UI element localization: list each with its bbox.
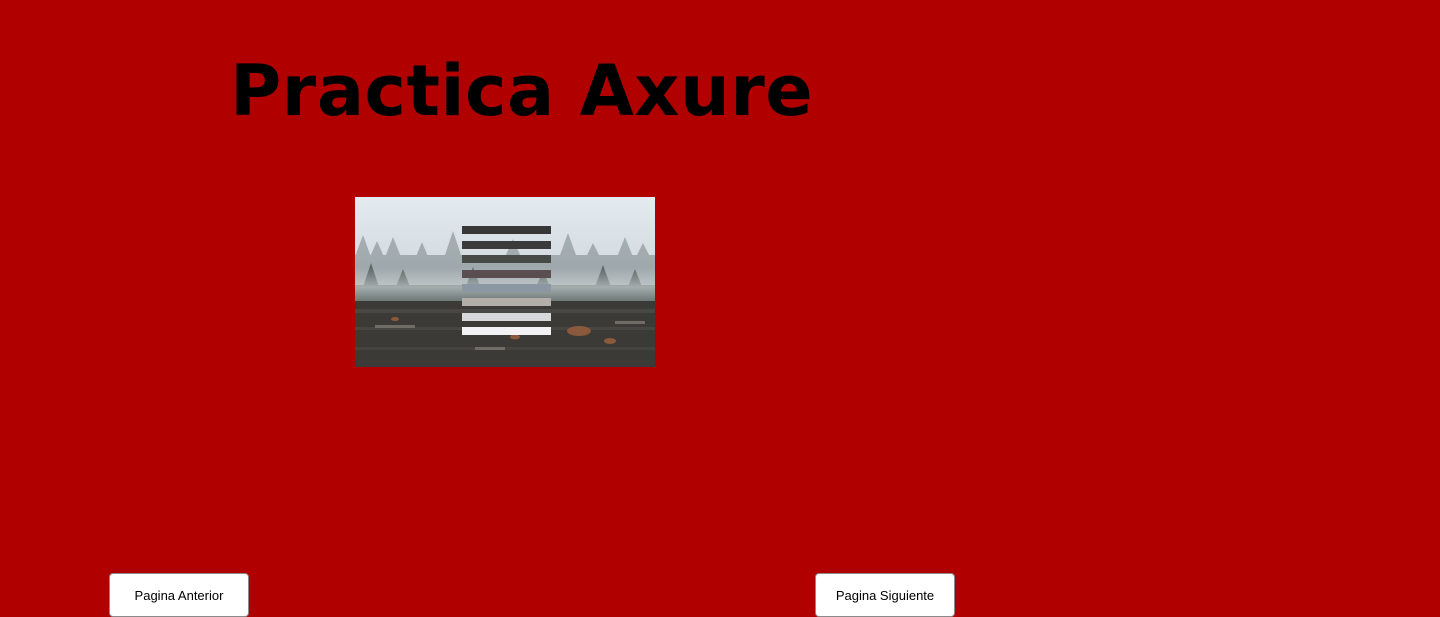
next-page-button[interactable]: Pagina Siguiente [815,573,955,617]
forest-image [355,197,655,367]
previous-page-button[interactable]: Pagina Anterior [109,573,249,617]
page-title: Practica Axure [230,50,814,132]
